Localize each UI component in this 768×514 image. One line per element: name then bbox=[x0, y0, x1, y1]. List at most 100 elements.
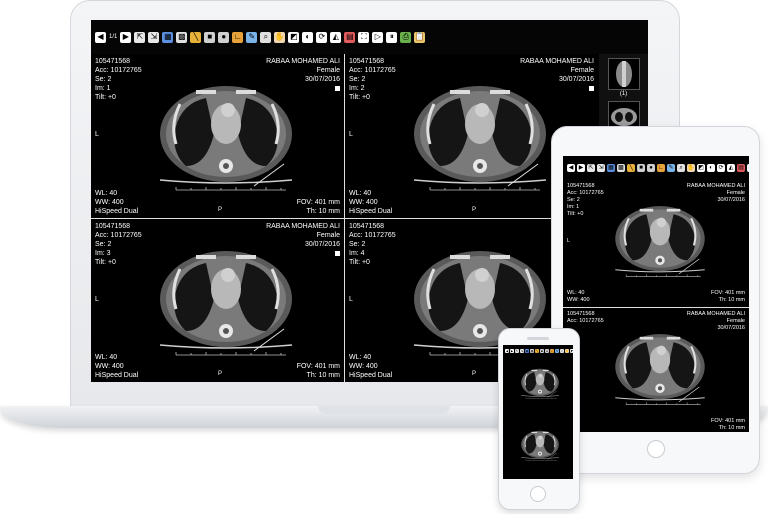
tablet-window-level-overlay: WL: 40 WW: 400 bbox=[567, 290, 590, 304]
fullscreen-icon[interactable]: ⛶ bbox=[358, 31, 370, 43]
overlay-ww: WW: 400 bbox=[349, 363, 378, 370]
overlay-im: Im: 1 bbox=[95, 85, 111, 92]
rectangle-roi-icon[interactable]: ■ bbox=[637, 164, 645, 172]
phone-viewport-2[interactable] bbox=[503, 419, 573, 479]
tablet-viewport-2[interactable]: 105471568 Acc: 10172765 RABAA MOHAMED ALI F… bbox=[563, 308, 749, 432]
layout-grid-icon[interactable]: ▦ bbox=[162, 31, 174, 43]
series-layout-icon[interactable]: ▩ bbox=[617, 164, 625, 172]
magnifier-icon[interactable]: ⌕ bbox=[677, 164, 685, 172]
layout-grid-icon[interactable]: ▦ bbox=[525, 349, 529, 353]
series-layout-icon[interactable]: ▩ bbox=[176, 31, 188, 43]
overlay-id: 105471568 bbox=[95, 58, 131, 65]
tablet-home-button[interactable] bbox=[647, 440, 665, 458]
window-level-icon[interactable]: ◩ bbox=[697, 164, 705, 172]
ellipse-roi-icon[interactable]: ● bbox=[218, 31, 230, 43]
overlay-id: 105471568 bbox=[349, 222, 385, 230]
measure-line-icon[interactable]: ╲ bbox=[190, 31, 202, 43]
overlay-wl: WL: 40 bbox=[349, 354, 372, 361]
flip-icon[interactable]: ◭ bbox=[727, 164, 735, 172]
invert-icon[interactable]: ◐ bbox=[302, 31, 314, 43]
window-level-overlay: WL: 40 WW: 400 HiSpeed Dual bbox=[95, 189, 138, 216]
rectangle-roi-icon[interactable]: ■ bbox=[540, 349, 544, 353]
overlay-ww: WW: 400 bbox=[349, 198, 378, 206]
phone-home-button[interactable] bbox=[530, 486, 546, 502]
pause-icon[interactable]: ⏸ bbox=[386, 31, 398, 43]
posterior-marker: P bbox=[218, 371, 223, 377]
rotate-icon[interactable]: ⟳ bbox=[316, 31, 328, 43]
viewport-1[interactable]: 105471568 Acc: 10172765 Se: 2 Im: 1 Tilt: +0… bbox=[91, 54, 344, 218]
next-image-icon[interactable]: ▶ bbox=[510, 349, 514, 353]
prev-image-icon[interactable]: ◀ bbox=[567, 164, 575, 172]
angle-tool-icon[interactable]: ∟ bbox=[232, 31, 244, 43]
play-icon[interactable]: ▷ bbox=[372, 31, 384, 43]
overlay-acc: Acc: 10172765 bbox=[567, 190, 604, 196]
pan-hand-icon[interactable]: ✋ bbox=[274, 31, 286, 43]
pan-hand-icon[interactable]: ✋ bbox=[565, 349, 569, 353]
next-image-icon[interactable]: ▶ bbox=[120, 31, 132, 43]
annotate-pen-icon[interactable]: ✎ bbox=[667, 164, 675, 172]
posterior-marker: P bbox=[472, 371, 477, 377]
series-thumbnail-scout[interactable] bbox=[608, 58, 640, 90]
cine-grid-icon[interactable]: ▤ bbox=[344, 31, 356, 43]
cine-grid-icon[interactable]: ▤ bbox=[737, 164, 745, 172]
window-level-icon[interactable]: ◩ bbox=[570, 349, 573, 353]
overlay-scanner: HiSpeed Dual bbox=[95, 372, 139, 379]
prev-image-icon[interactable]: ◀ bbox=[95, 31, 106, 43]
clipboard-icon[interactable]: 📋 bbox=[414, 31, 426, 43]
ellipse-roi-icon[interactable]: ● bbox=[647, 164, 655, 172]
invert-icon[interactable]: ◐ bbox=[707, 164, 715, 172]
overlay-scanner: HiSpeed Dual bbox=[95, 207, 139, 215]
overlay-acc: Acc: 10172765 bbox=[95, 231, 142, 239]
angle-tool-icon[interactable]: ∟ bbox=[550, 349, 554, 353]
phone-toolbar: ◀▶⇱⇲▦▩╲■●∟✎⌕✋◩◐⟳◭▤⛶▷⏸⎙📋 bbox=[503, 345, 573, 357]
save-icon[interactable]: ⇲ bbox=[597, 164, 605, 172]
series-layout-icon[interactable]: ▩ bbox=[530, 349, 534, 353]
export-icon[interactable]: ⇱ bbox=[134, 31, 146, 43]
prev-image-icon[interactable]: ◀ bbox=[505, 349, 509, 353]
overlay-th: Th: 10 mm bbox=[306, 372, 340, 379]
overlay-acc: Acc: 10172765 bbox=[349, 67, 396, 74]
overlay-im: Im: 3 bbox=[95, 249, 111, 257]
phone-viewport-1[interactable] bbox=[503, 357, 573, 417]
overlay-acc: Acc: 10172765 bbox=[567, 318, 604, 324]
posterior-marker: P bbox=[218, 206, 223, 213]
overlay-id: 105471568 bbox=[567, 311, 595, 317]
rectangle-roi-icon[interactable]: ■ bbox=[204, 31, 216, 43]
fullscreen-icon[interactable]: ⛶ bbox=[747, 164, 749, 172]
tablet-patient-id-overlay: 105471568 Acc: 10172765 bbox=[567, 311, 604, 325]
annotate-pen-icon[interactable]: ✎ bbox=[246, 31, 258, 43]
viewport-3[interactable]: 105471568 Acc: 10172765 Se: 2 Im: 3 Tilt: +0… bbox=[91, 218, 344, 382]
angle-tool-icon[interactable]: ∟ bbox=[657, 164, 665, 172]
magnifier-icon[interactable]: ⌕ bbox=[560, 349, 564, 353]
overlay-fov: FOV: 401 mm bbox=[710, 418, 745, 424]
ct-axial-slice bbox=[521, 368, 559, 399]
window-level-icon[interactable]: ◩ bbox=[288, 31, 300, 43]
overlay-patient: RABAA MOHAMED ALI bbox=[686, 311, 745, 317]
rotate-icon[interactable]: ⟳ bbox=[717, 164, 725, 172]
overlay-sex: Female bbox=[726, 190, 745, 196]
fov-overlay: FOV: 401 mm Th: 10 mm bbox=[297, 362, 340, 380]
layout-grid-icon[interactable]: ▦ bbox=[607, 164, 615, 172]
overlay-ww: WW: 400 bbox=[95, 198, 124, 206]
measure-line-icon[interactable]: ╲ bbox=[627, 164, 635, 172]
tablet-toolbar: ◀▶⇱⇲▦▩╲■●∟✎⌕✋◩◐⟳◭▤⛶▷⏸⎙📋 bbox=[563, 156, 749, 180]
overlay-se: Se: 2 bbox=[95, 76, 112, 83]
overlay-acc: Acc: 10172765 bbox=[95, 67, 142, 74]
next-image-icon[interactable]: ▶ bbox=[577, 164, 585, 172]
save-icon[interactable]: ⇲ bbox=[520, 349, 524, 353]
tablet-viewport-1[interactable]: 105471568 Acc: 10172765 Se: 2 Im: 1 Tilt: +0… bbox=[563, 180, 749, 306]
magnifier-icon[interactable]: ⌕ bbox=[260, 31, 272, 43]
print-icon[interactable]: ⎙ bbox=[400, 31, 412, 43]
overlay-ww: WW: 400 bbox=[95, 363, 124, 370]
fov-overlay: FOV: 401 mm Th: 10 mm bbox=[297, 198, 340, 216]
export-icon[interactable]: ⇱ bbox=[515, 349, 519, 353]
overlay-tilt: Tilt: +0 bbox=[349, 258, 370, 266]
series-thumbnail-label: (1) bbox=[619, 91, 628, 97]
measure-line-icon[interactable]: ╲ bbox=[535, 349, 539, 353]
pan-hand-icon[interactable]: ✋ bbox=[687, 164, 695, 172]
export-icon[interactable]: ⇱ bbox=[587, 164, 595, 172]
annotate-pen-icon[interactable]: ✎ bbox=[555, 349, 559, 353]
flip-icon[interactable]: ◭ bbox=[330, 31, 342, 43]
ellipse-roi-icon[interactable]: ● bbox=[545, 349, 549, 353]
save-icon[interactable]: ⇲ bbox=[148, 31, 160, 43]
